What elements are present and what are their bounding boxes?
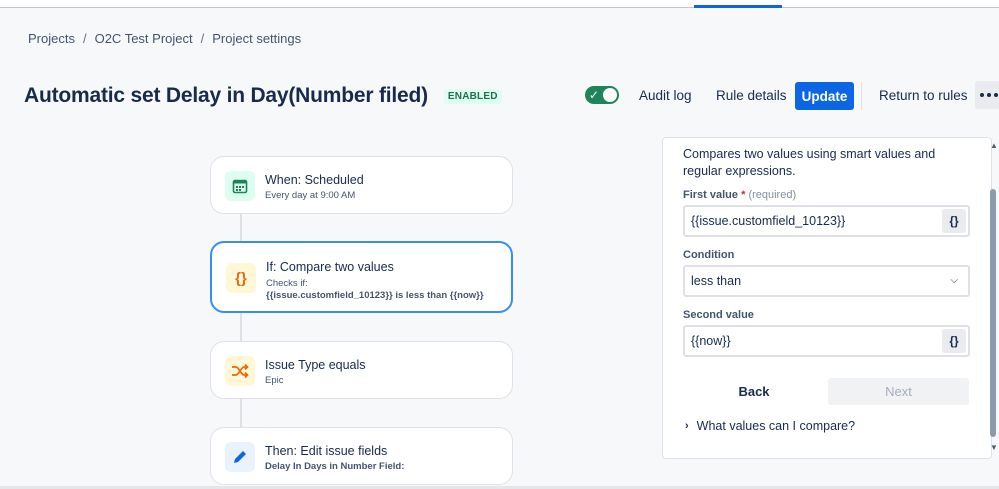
component-subtitle: Every day at 9:00 AM [265, 190, 356, 201]
first-value-label: First value * (required) [683, 189, 796, 201]
scroll-up-icon[interactable]: ▲ [990, 141, 998, 150]
breadcrumb-project[interactable]: O2C Test Project [95, 31, 193, 46]
smart-values-button[interactable]: {} [942, 209, 966, 233]
component-title: If: Compare two values [266, 260, 394, 274]
component-title: Then: Edit issue fields [265, 444, 388, 458]
required-mark: * [741, 189, 746, 201]
second-value-text: {{now}} [691, 334, 731, 348]
calendar-icon [225, 171, 255, 201]
more-dot-icon [987, 93, 991, 97]
return-to-rules-button[interactable]: Return to rules [879, 83, 968, 109]
panel-description: Compares two values using smart values a… [683, 147, 936, 178]
next-button[interactable]: Next [828, 378, 969, 405]
pencil-icon [225, 442, 255, 472]
help-expander[interactable]: › What values can I compare? [685, 419, 855, 433]
page-title: Automatic set Delay in Day(Number filed) [24, 84, 428, 107]
component-subtitle: Checks if: [266, 278, 308, 289]
more-dot-icon [994, 93, 998, 97]
rule-component-trigger[interactable]: When: Scheduled Every day at 9:00 AM [210, 156, 513, 214]
breadcrumb: Projects / O2C Test Project / Project se… [28, 31, 301, 46]
rule-component-issue-type[interactable]: Issue Type equals Epic [210, 341, 513, 399]
second-value-label: Second value [683, 309, 754, 321]
breadcrumb-separator: / [200, 31, 205, 46]
breadcrumb-separator: / [82, 31, 87, 46]
scrollbar-thumb[interactable] [990, 189, 996, 437]
help-link-text: What values can I compare? [696, 419, 856, 433]
first-value-input[interactable]: {{issue.customfield_10123}} {} [683, 205, 970, 237]
component-subtitle: Epic [265, 375, 284, 386]
first-value-text: {{issue.customfield_10123}} [691, 214, 846, 228]
update-button[interactable]: Update [795, 82, 854, 110]
condition-select[interactable]: less than ⌵ [683, 265, 970, 297]
back-button[interactable]: Back [713, 377, 795, 405]
breadcrumb-project-settings[interactable]: Project settings [212, 31, 301, 46]
component-detail: {{issue.customfield_10123}} is less than… [266, 290, 484, 301]
more-dot-icon [980, 93, 984, 97]
rule-details-button[interactable]: Rule details [716, 83, 787, 109]
title-row: Automatic set Delay in Day(Number filed)… [24, 83, 502, 109]
second-value-input[interactable]: {{now}} {} [683, 325, 970, 357]
curly-braces-icon: {} [226, 263, 256, 293]
more-actions-button[interactable] [975, 81, 999, 109]
rule-enabled-toggle[interactable]: ✓ [585, 86, 619, 104]
header-divider [861, 82, 862, 110]
toggle-knob [603, 88, 617, 102]
flow-connector [240, 399, 242, 427]
smart-values-button[interactable]: {} [942, 329, 966, 353]
rule-component-action[interactable]: Then: Edit issue fields Delay In Days in… [210, 427, 513, 485]
active-nav-indicator [694, 5, 782, 8]
condition-value: less than [691, 274, 742, 288]
panel-scrollbar[interactable]: ▲ ▼ [988, 137, 999, 457]
required-text: (required) [748, 189, 797, 201]
check-icon: ✓ [589, 88, 600, 102]
top-nav-bar [0, 0, 999, 8]
status-badge: ENABLED [443, 88, 502, 104]
flow-connector [240, 313, 242, 341]
chevron-right-icon: › [685, 420, 689, 432]
component-detail: Delay In Days in Number Field: [265, 461, 405, 472]
component-title: When: Scheduled [265, 173, 364, 187]
first-value-label-text: First value [683, 189, 739, 201]
component-title: Issue Type equals [265, 358, 366, 372]
shuffle-icon [225, 356, 255, 386]
audit-log-button[interactable]: Audit log [639, 83, 692, 109]
condition-label: Condition [683, 249, 735, 261]
chevron-down-icon: ⌵ [950, 275, 958, 286]
rule-component-condition[interactable]: {} If: Compare two values Checks if: {{i… [210, 241, 513, 313]
scroll-down-icon[interactable]: ▼ [990, 443, 998, 452]
component-config-panel: Compares two values using smart values a… [662, 137, 992, 459]
breadcrumb-projects[interactable]: Projects [28, 31, 75, 46]
flow-connector [240, 214, 242, 242]
